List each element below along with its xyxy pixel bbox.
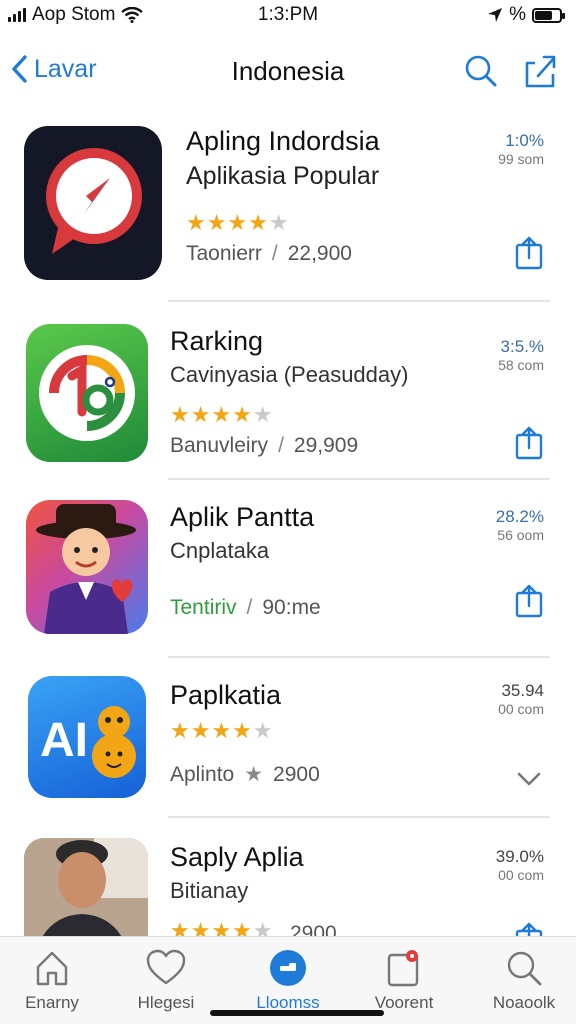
app-percent: 28.2% 56 oom bbox=[496, 508, 544, 544]
tab-apps[interactable]: Lloomss bbox=[238, 949, 338, 1017]
svg-text:AI: AI bbox=[40, 714, 88, 767]
app-name: Saply Aplia bbox=[170, 842, 304, 872]
search-icon bbox=[507, 951, 542, 986]
app-list: Apling Indordsia Aplikasia Popular ★★★★★… bbox=[0, 112, 576, 936]
person-photo-icon bbox=[24, 838, 148, 936]
app-name: Apling Indordsia bbox=[186, 126, 380, 156]
chat-compass-icon bbox=[46, 148, 142, 254]
tab-search[interactable]: Noaoolk bbox=[474, 949, 574, 1017]
heart-icon bbox=[146, 949, 186, 985]
percent-value: 35.94 bbox=[501, 681, 544, 700]
download-icon[interactable] bbox=[514, 426, 544, 460]
app-subtitle: Bitianay bbox=[170, 878, 249, 903]
battery-icon bbox=[532, 7, 565, 23]
app-percent: 1:0% 99 som bbox=[498, 132, 544, 168]
size-value: 99 som bbox=[498, 151, 544, 167]
app-meta: Tentiriv / 90:me bbox=[170, 596, 321, 620]
app-icon bbox=[24, 838, 148, 936]
download-icon[interactable] bbox=[514, 922, 544, 936]
cartoon-man-icon bbox=[36, 504, 136, 634]
percent-value: 3:5.% bbox=[500, 337, 544, 356]
meta-separator: / bbox=[271, 242, 278, 265]
app-meta: Banuvleiry / 29,909 bbox=[170, 434, 358, 458]
battery-percent: % bbox=[509, 4, 526, 25]
home-indicator[interactable] bbox=[210, 1010, 384, 1016]
star-rating: ★★★★★ bbox=[170, 918, 274, 936]
app-subtitle: Cnplataka bbox=[170, 538, 270, 563]
status-bar: Aop Stom 1:3:PM % bbox=[0, 0, 576, 30]
app-meta: Aplinto ★ 2900 bbox=[170, 762, 320, 787]
meta-separator: ★ bbox=[244, 763, 264, 786]
meta-category: Banuvleiry bbox=[170, 434, 269, 457]
app-name: Aplik Pantta bbox=[170, 502, 315, 532]
app-name: Rarking bbox=[170, 326, 264, 356]
download-icon[interactable] bbox=[514, 584, 544, 618]
location-arrow-icon bbox=[488, 8, 503, 22]
app-meta: Taonierr / 22,900 bbox=[186, 242, 352, 266]
star-rating: ★★★★★ bbox=[186, 210, 290, 235]
meta-count: 2900 bbox=[273, 763, 320, 786]
apps-icon bbox=[270, 950, 306, 986]
chevron-down-icon[interactable] bbox=[514, 766, 544, 792]
letter-b-logo-icon bbox=[39, 345, 135, 441]
list-item[interactable]: Aplik Pantta Cnplataka Tentiriv / 90:me 28… bbox=[0, 480, 576, 656]
tab-home[interactable]: Enarny bbox=[2, 949, 102, 1017]
app-meta: 2900 bbox=[290, 922, 337, 936]
list-item[interactable]: Saply Aplia Bitianay ★★★★★ 2900 39.0% 00 … bbox=[0, 818, 576, 936]
meta-category: Aplinto bbox=[170, 763, 235, 786]
carrier-name: Aop Stom bbox=[32, 4, 116, 25]
app-icon: AI bbox=[28, 676, 146, 798]
percent-value: 1:0% bbox=[505, 131, 544, 150]
list-item[interactable]: AI Paplkatia ★★★★★ Aplinto ★ 2900 35.94 00 … bbox=[0, 658, 576, 818]
signal-icon bbox=[8, 8, 26, 22]
meta-separator: / bbox=[278, 434, 284, 457]
tablet-icon bbox=[387, 950, 419, 987]
download-icon[interactable] bbox=[514, 236, 544, 270]
app-icon bbox=[24, 126, 162, 280]
tab-label: Noaoolk bbox=[492, 993, 556, 1012]
star-rating: ★★★★★ bbox=[170, 718, 274, 743]
status-left: Aop Stom bbox=[8, 4, 144, 26]
meta-category: Tentiriv bbox=[170, 596, 237, 619]
meta-category: Taonierr bbox=[186, 242, 262, 265]
meta-separator: / bbox=[246, 596, 253, 619]
tab-label: Enarny bbox=[25, 993, 79, 1012]
meta-count: 22,900 bbox=[287, 242, 352, 265]
meta-count: 2900 bbox=[290, 922, 337, 936]
size-value: 00 com bbox=[498, 701, 544, 717]
share-icon[interactable] bbox=[521, 52, 559, 90]
wifi-icon bbox=[121, 7, 144, 23]
tab-label: Hlegesi bbox=[137, 993, 195, 1012]
app-icon bbox=[26, 500, 148, 634]
meta-count: 90:me bbox=[262, 596, 321, 619]
search-icon[interactable] bbox=[462, 52, 500, 90]
tab-updates[interactable]: Voorent bbox=[354, 949, 454, 1017]
navigation-bar: Lavar Indonesia bbox=[0, 40, 576, 104]
meta-count: 29,909 bbox=[293, 434, 359, 457]
size-value: 56 oom bbox=[497, 527, 544, 543]
tab-favorites[interactable]: Hlegesi bbox=[116, 949, 216, 1017]
list-item[interactable]: Apling Indordsia Aplikasia Popular ★★★★★… bbox=[0, 112, 576, 300]
status-right: % bbox=[487, 4, 565, 26]
star-rating: ★★★★★ bbox=[170, 402, 274, 427]
home-icon bbox=[36, 951, 68, 986]
app-percent: 3:5.% 58 com bbox=[498, 338, 544, 374]
app-subtitle: Cavinyasia (Peasudday) bbox=[170, 362, 409, 387]
list-item[interactable]: Rarking Cavinyasia (Peasudday) ★★★★★ Ban… bbox=[0, 302, 576, 478]
app-percent: 39.0% 00 com bbox=[496, 848, 544, 884]
ai-mascot-icon: AI bbox=[40, 706, 136, 778]
app-percent: 35.94 00 com bbox=[498, 682, 544, 718]
app-subtitle: Aplikasia Popular bbox=[186, 162, 380, 190]
percent-value: 39.0% bbox=[495, 847, 544, 866]
app-icon bbox=[26, 324, 148, 462]
app-name: Paplkatia bbox=[170, 680, 282, 710]
size-value: 58 com bbox=[498, 357, 544, 373]
size-value: 00 com bbox=[498, 867, 544, 883]
percent-value: 28.2% bbox=[495, 507, 544, 526]
